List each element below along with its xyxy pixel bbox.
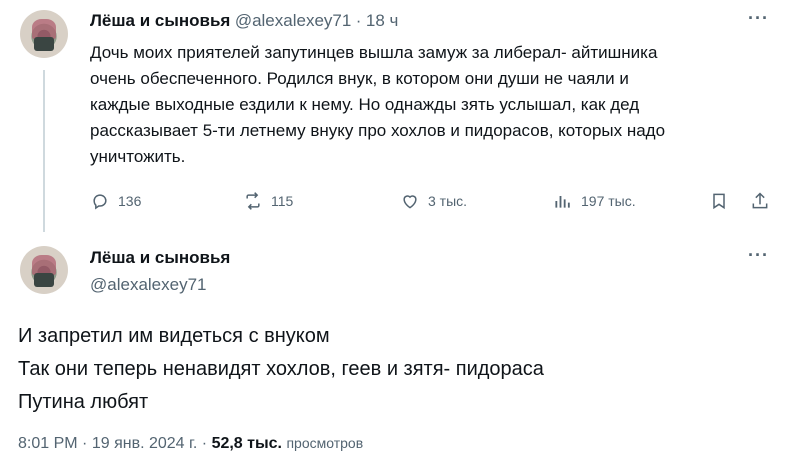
tweet-timestamp[interactable]: 8:01 PM [18, 435, 78, 452]
tweet-text-line: очень обеспеченного. Родился внук, в кот… [90, 69, 629, 88]
author-handle[interactable]: @alexalexey71 [90, 275, 207, 295]
bookmark-icon [713, 193, 725, 210]
tweet-text-line: Дочь моих приятелей запутинцев вышла зам… [90, 43, 658, 62]
avatar[interactable] [20, 246, 68, 294]
like-count: 3 тыс. [428, 193, 468, 209]
tweet-time[interactable]: 18 ч [366, 11, 399, 30]
share-button[interactable] [750, 191, 770, 211]
repost-count: 115 [271, 193, 294, 209]
like-icon [403, 195, 417, 209]
tweet-text-line: Путина любят [18, 391, 149, 413]
repost-button[interactable]: 115 [243, 191, 293, 211]
repost-icon [246, 192, 260, 210]
tweet-text-line: уничтожить. [90, 147, 186, 166]
view-count: 52,8 тыс. [211, 435, 282, 452]
like-button[interactable]: 3 тыс. [400, 191, 467, 211]
author-name[interactable]: Лёша и сыновья [90, 248, 230, 268]
tweet-date[interactable]: 19 янв. 2024 г. [92, 435, 198, 452]
thread-connector-line [43, 70, 45, 232]
views-count: 197 тыс. [581, 193, 636, 209]
reply-count: 136 [118, 193, 142, 209]
avatar[interactable] [20, 10, 68, 58]
views-label: просмотров [286, 435, 364, 451]
views-icon [555, 196, 570, 208]
more-options-button[interactable]: ··· [748, 8, 769, 29]
bookmark-button[interactable] [709, 191, 729, 211]
author-name[interactable]: Лёша и сыновья [90, 11, 230, 30]
reply-icon [93, 194, 107, 210]
tweet-text-line: И запретил им видеться с внуком [18, 325, 330, 347]
tweet-text: Дочь моих приятелей запутинцев вышла зам… [90, 40, 770, 170]
tweet-meta: 8:01 PM · 19 янв. 2024 г. · 52,8 тыс. пр… [18, 435, 363, 453]
main-tweet-text: И запретил им видеться с внуком Так они … [18, 320, 544, 419]
views-button[interactable]: 197 тыс. [553, 191, 636, 211]
meta-dot: · [201, 435, 208, 452]
reply-button[interactable]: 136 [90, 191, 141, 211]
tweet-text-line: Так они теперь ненавидят хохлов, геев и … [18, 358, 544, 380]
header-separator: · [355, 11, 362, 30]
more-options-button[interactable]: ··· [748, 245, 769, 266]
meta-dot: · [82, 435, 88, 452]
tweet-header: Лёша и сыновья @alexalexey71 · 18 ч [90, 11, 398, 31]
share-icon [752, 192, 768, 209]
author-handle[interactable]: @alexalexey71 [235, 11, 352, 30]
tweet-text-line: каждые выходные ездили к нему. Но однажд… [90, 95, 640, 114]
tweet-text-line: рассказывает 5-ти летнему внуку про хохл… [90, 121, 666, 140]
